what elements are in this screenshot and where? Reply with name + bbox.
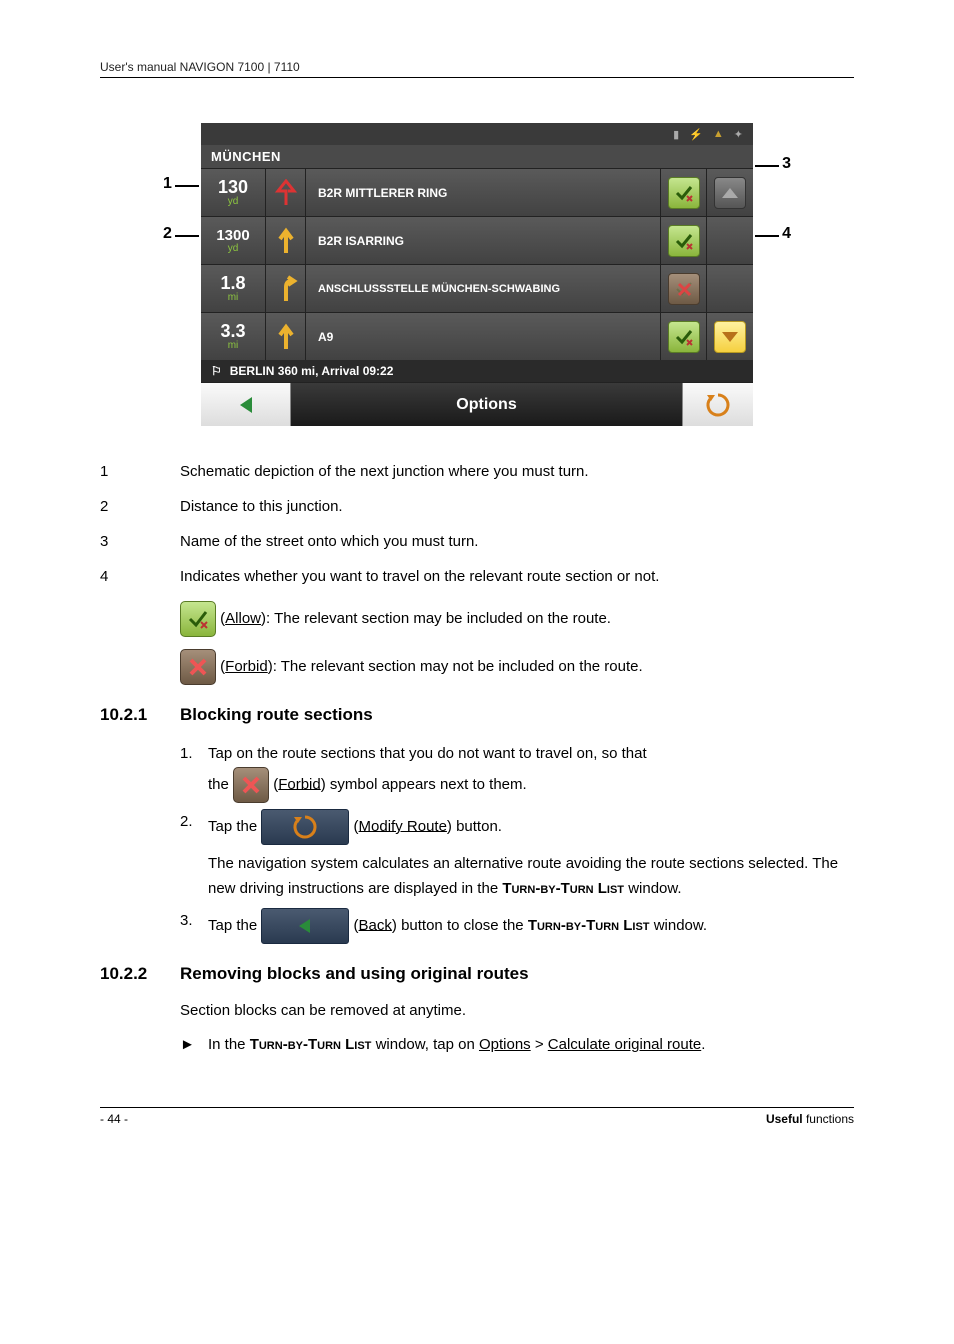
modify-route-button-inline: [261, 809, 349, 845]
step-3: 3. Tap the (Back) button to close the Tu…: [180, 908, 854, 944]
navigator-screen: ▮ ⚡ ▲ ✦ MÜNCHEN 130 yd B2R MITTLERER RIN…: [201, 123, 753, 426]
nav-street-name: A9: [306, 313, 661, 360]
nav-street-name: ANSCHLUSSSTELLE MÜNCHEN-SCHWABING: [306, 265, 661, 312]
scroll-down-button[interactable]: [707, 313, 753, 360]
definition-3: 3 Name of the street onto which you must…: [100, 531, 854, 552]
signal-icon: ⚡: [689, 128, 703, 141]
removing-blocks-step: ► In the Turn-by-Turn List window, tap o…: [180, 1034, 854, 1057]
nav-bottom-bar: Options: [201, 382, 753, 426]
callout-1: 1: [163, 175, 172, 193]
forbid-toggle[interactable]: [661, 265, 707, 312]
nav-status-bar: ▮ ⚡ ▲ ✦: [201, 123, 753, 145]
step-1: 1. Tap on the route sections that you do…: [180, 741, 854, 803]
callout-4: 4: [782, 225, 791, 243]
allow-description: (Allow): The relevant section may be inc…: [180, 601, 854, 637]
nav-distance: 1.8 mi: [201, 265, 266, 312]
page-header: User's manual NAVIGON 7100 | 7110: [100, 60, 854, 78]
refresh-button[interactable]: [683, 383, 753, 426]
nav-row: 3.3 mi A9: [201, 312, 753, 360]
nav-distance: 130 yd: [201, 169, 266, 216]
turn-icon: [266, 313, 306, 360]
options-button[interactable]: Options: [291, 383, 683, 426]
step-2: 2. Tap the (Modify Route) button. The na…: [180, 809, 854, 902]
nav-row: 1300 yd B2R ISARRING: [201, 216, 753, 264]
footer-section-label: Useful functions: [766, 1112, 854, 1126]
back-button[interactable]: [201, 383, 291, 426]
gps-icon: ✦: [734, 128, 743, 141]
callout-2: 2: [163, 225, 172, 243]
definition-4: 4 Indicates whether you want to travel o…: [100, 566, 854, 587]
turn-icon: [266, 265, 306, 312]
nav-street-name: B2R MITTLERER RING: [306, 169, 661, 216]
nav-distance: 1300 yd: [201, 217, 266, 264]
page-footer: - 44 - Useful functions: [100, 1107, 854, 1126]
nav-row: 130 yd B2R MITTLERER RING: [201, 168, 753, 216]
forbid-icon: [233, 767, 269, 803]
callout-3: 3: [782, 155, 791, 173]
nav-city-title: MÜNCHEN: [201, 145, 753, 168]
turn-icon: [266, 217, 306, 264]
nav-distance: 3.3 mi: [201, 313, 266, 360]
turn-icon: [266, 169, 306, 216]
warning-icon: ▲: [713, 128, 724, 140]
scroll-up-button[interactable]: [707, 169, 753, 216]
removing-blocks-intro: Section blocks can be removed at anytime…: [180, 1000, 854, 1023]
back-button-inline: [261, 908, 349, 944]
nav-screenshot-figure: 1 2 3 4 ▮ ⚡ ▲ ✦ MÜNCHEN 130 yd B2R MITTL…: [167, 123, 787, 426]
allow-toggle[interactable]: [661, 217, 707, 264]
allow-toggle[interactable]: [661, 313, 707, 360]
route-icon: ⚐: [211, 364, 222, 378]
nav-street-name: B2R ISARRING: [306, 217, 661, 264]
nav-trip-status: ⚐ BERLIN 360 mi, Arrival 09:22: [201, 360, 753, 382]
nav-row: 1.8 mi ANSCHLUSSSTELLE MÜNCHEN-SCHWABING: [201, 264, 753, 312]
allow-toggle[interactable]: [661, 169, 707, 216]
definition-1: 1 Schematic depiction of the next juncti…: [100, 461, 854, 482]
allow-icon: [180, 601, 216, 637]
definition-2: 2 Distance to this junction.: [100, 496, 854, 517]
forbid-icon: [180, 649, 216, 685]
page-number: - 44 -: [100, 1112, 128, 1126]
battery-icon: ▮: [673, 128, 679, 141]
section-10-2-1-heading: 10.2.1 Blocking route sections: [100, 705, 854, 725]
forbid-description: (Forbid): The relevant section may not b…: [180, 649, 854, 685]
section-10-2-2-heading: 10.2.2 Removing blocks and using origina…: [100, 964, 854, 984]
